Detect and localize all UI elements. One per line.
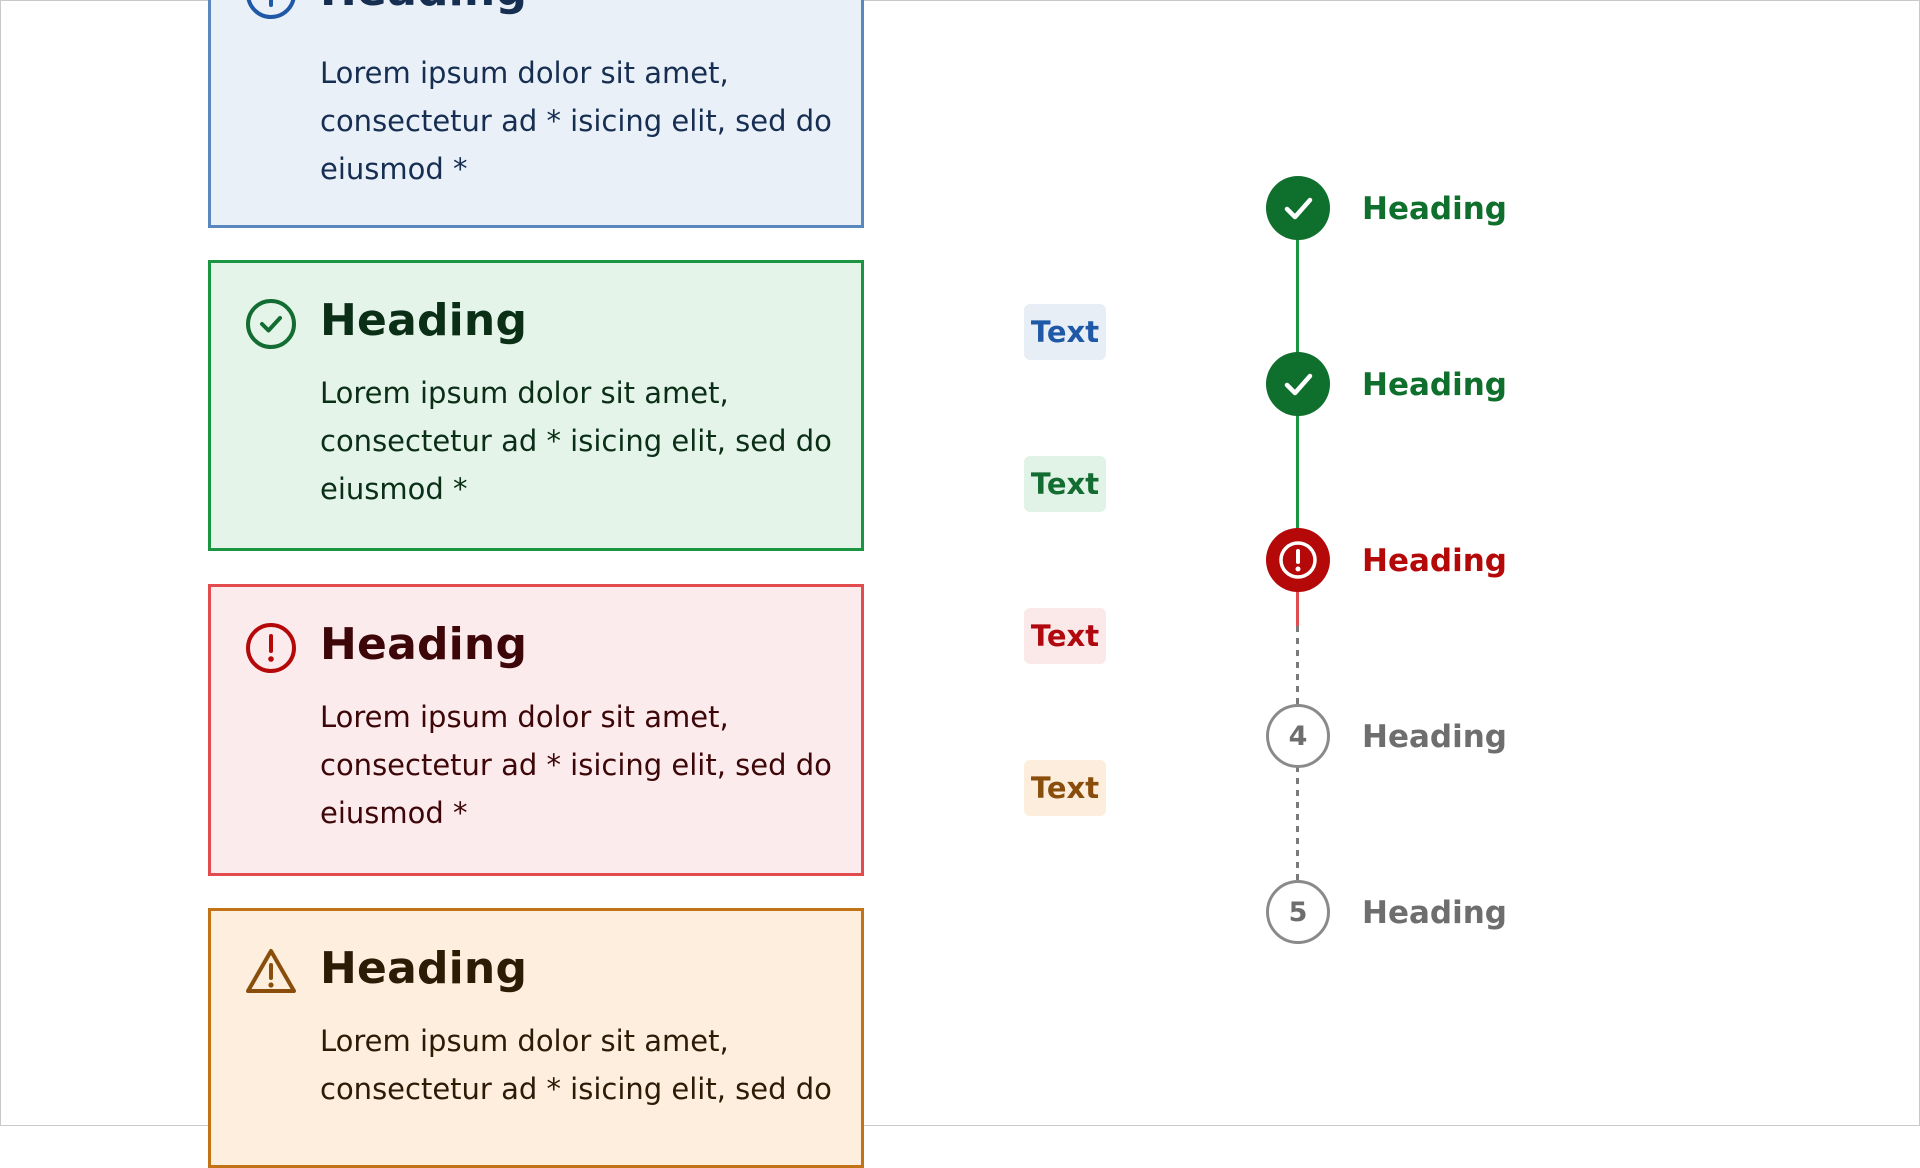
step-2-label: Heading (1362, 367, 1507, 403)
warning-triangle-icon (246, 949, 296, 993)
alert-heading: Heading (320, 295, 528, 346)
step-1-label: Heading (1362, 191, 1507, 227)
alert-body: Lorem ipsum dolor sit amet, consectetur … (320, 700, 832, 830)
step-connector (1296, 238, 1299, 356)
tag-info: Text (1024, 304, 1106, 360)
step-5-indicator: 5 (1266, 880, 1330, 944)
step-4-label: Heading (1362, 719, 1507, 755)
step-connector (1296, 414, 1299, 532)
alert-info: Heading Lorem ipsum dolor sit amet, cons… (208, 0, 864, 228)
step-1-indicator (1266, 176, 1330, 240)
info-circle-icon (246, 0, 296, 19)
alert-error: Heading Lorem ipsum dolor sit amet, cons… (208, 584, 864, 876)
alert-success: Heading Lorem ipsum dolor sit amet, cons… (208, 260, 864, 551)
alert-heading: Heading (320, 0, 527, 17)
tag-warning: Text (1024, 760, 1106, 816)
alert-heading: Heading (320, 619, 528, 670)
alert-body: Lorem ipsum dolor sit amet, consectetur … (320, 56, 832, 186)
step-3-indicator (1266, 528, 1330, 592)
step-4-indicator: 4 (1266, 704, 1330, 768)
check-icon (1284, 197, 1313, 220)
check-icon (1284, 373, 1313, 396)
error-circle-icon (246, 623, 296, 673)
step-5-label: Heading (1362, 895, 1507, 931)
step-connector-dashed (1296, 766, 1299, 882)
alert-icon (1279, 541, 1317, 579)
step-connector-dashed (1296, 626, 1299, 706)
alert-warning: Heading Lorem ipsum dolor sit amet, cons… (208, 908, 864, 1168)
alert-body: Lorem ipsum dolor sit amet, consectetur … (320, 1024, 832, 1106)
tag-error: Text (1024, 608, 1106, 664)
alert-heading: Heading (320, 943, 528, 994)
tag-success: Text (1024, 456, 1106, 512)
check-circle-icon (246, 299, 296, 349)
alert-body: Lorem ipsum dolor sit amet, consectetur … (320, 376, 832, 506)
step-2-indicator (1266, 352, 1330, 416)
step-3-label: Heading (1362, 543, 1507, 579)
step-connector (1296, 590, 1299, 626)
